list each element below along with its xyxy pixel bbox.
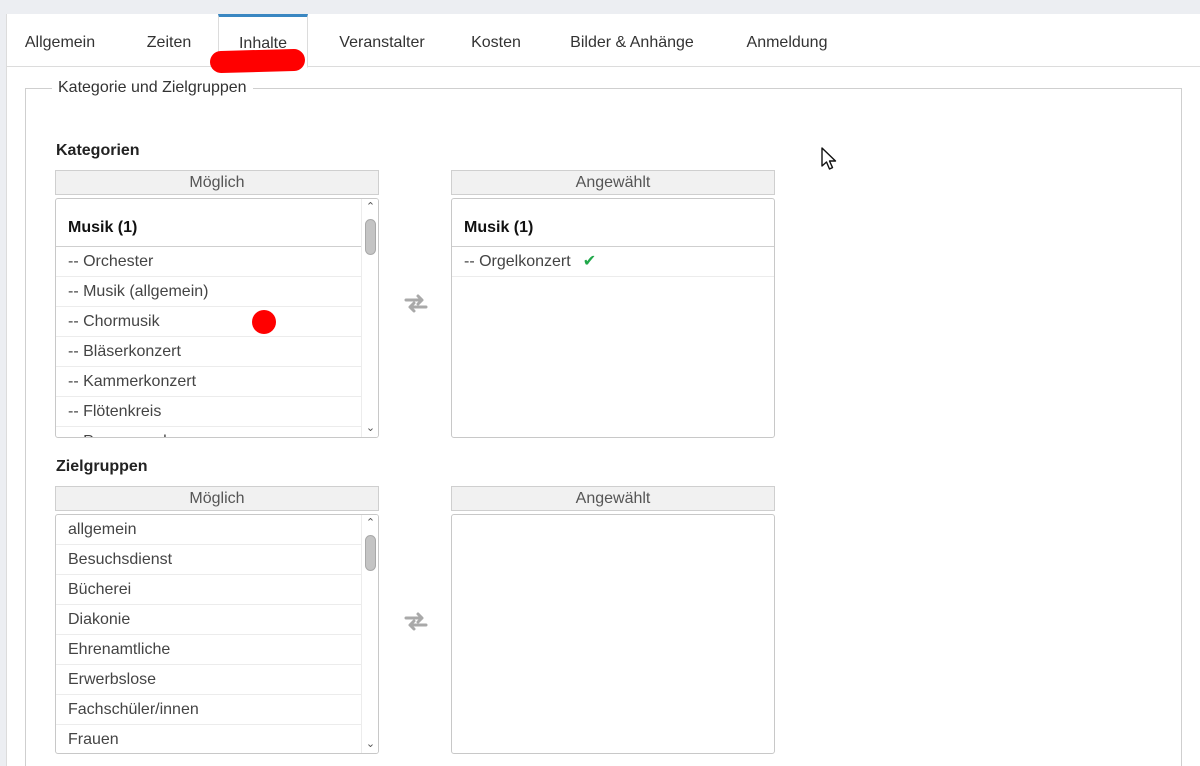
zielgruppen-selected-header: Angewählt xyxy=(451,486,775,511)
list-item[interactable]: -- Flötenkreis xyxy=(56,397,362,427)
list-item[interactable]: -- Posaunenchor xyxy=(56,427,362,437)
checkmark-icon: ✔ xyxy=(582,253,597,270)
zielgruppen-title: Zielgruppen xyxy=(56,458,148,475)
list-group-header: Musik (1) xyxy=(452,199,774,247)
list-item[interactable]: allgemein xyxy=(56,515,362,545)
zielgruppen-possible-list[interactable]: allgemein Besuchsdienst Bücherei Diakoni… xyxy=(55,514,379,754)
tab-bilder-anhaenge[interactable]: Bilder & Anhänge xyxy=(557,14,707,67)
tab-zeiten[interactable]: Zeiten xyxy=(127,14,211,67)
tab-veranstalter[interactable]: Veranstalter xyxy=(322,14,442,67)
zielgruppen-selected-list[interactable] xyxy=(451,514,775,754)
chevron-up-icon[interactable]: ⌃ xyxy=(362,516,378,530)
kategorien-title: Kategorien xyxy=(56,142,140,159)
transfer-arrows-icon[interactable] xyxy=(402,610,430,632)
scrollbar[interactable]: ⌃ ⌄ xyxy=(361,515,378,753)
tab-kosten[interactable]: Kosten xyxy=(457,14,535,67)
scrollbar[interactable]: ⌃ ⌄ xyxy=(361,199,378,437)
kategorien-selected-list[interactable]: Musik (1) -- Orgelkonzert ✔ xyxy=(451,198,775,438)
transfer-arrows-icon[interactable] xyxy=(402,292,430,314)
list-item-label: -- Orgelkonzert xyxy=(464,253,571,270)
list-item[interactable]: Frauen xyxy=(56,725,362,753)
mouse-pointer-icon xyxy=(821,147,837,170)
list-item[interactable]: -- Bläserkonzert xyxy=(56,337,362,367)
zielgruppen-possible-header: Möglich xyxy=(55,486,379,511)
kategorien-possible-list[interactable]: Musik (1) -- Orchester -- Musik (allgeme… xyxy=(55,198,379,438)
list-item[interactable]: -- Chormusik xyxy=(56,307,362,337)
fieldset-legend: Kategorie und Zielgruppen xyxy=(52,79,253,97)
list-item[interactable]: -- Musik (allgemein) xyxy=(56,277,362,307)
list-item[interactable]: Fachschüler/innen xyxy=(56,695,362,725)
tab-anmeldung[interactable]: Anmeldung xyxy=(732,14,842,67)
list-item[interactable]: Diakonie xyxy=(56,605,362,635)
list-item[interactable]: Bücherei xyxy=(56,575,362,605)
list-item[interactable]: -- Orgelkonzert ✔ xyxy=(452,247,774,277)
kategorien-possible-header: Möglich xyxy=(55,170,379,195)
chevron-down-icon[interactable]: ⌄ xyxy=(362,737,378,751)
kategorien-selected-header: Angewählt xyxy=(451,170,775,195)
tab-allgemein[interactable]: Allgemein xyxy=(15,14,105,67)
chevron-down-icon[interactable]: ⌄ xyxy=(362,421,378,435)
list-item[interactable]: -- Kammerkonzert xyxy=(56,367,362,397)
list-group-header: Musik (1) xyxy=(56,199,362,247)
list-item[interactable]: Erwerbslose xyxy=(56,665,362,695)
tab-bar: Allgemein Zeiten Inhalte Veranstalter Ko… xyxy=(7,14,1200,68)
scroll-thumb[interactable] xyxy=(365,535,376,571)
red-dot-annotation xyxy=(252,310,276,334)
red-underline-annotation xyxy=(209,48,306,74)
list-item[interactable]: Besuchsdienst xyxy=(56,545,362,575)
chevron-up-icon[interactable]: ⌃ xyxy=(362,200,378,214)
scroll-thumb[interactable] xyxy=(365,219,376,255)
list-item[interactable]: -- Orchester xyxy=(56,247,362,277)
list-item[interactable]: Ehrenamtliche xyxy=(56,635,362,665)
